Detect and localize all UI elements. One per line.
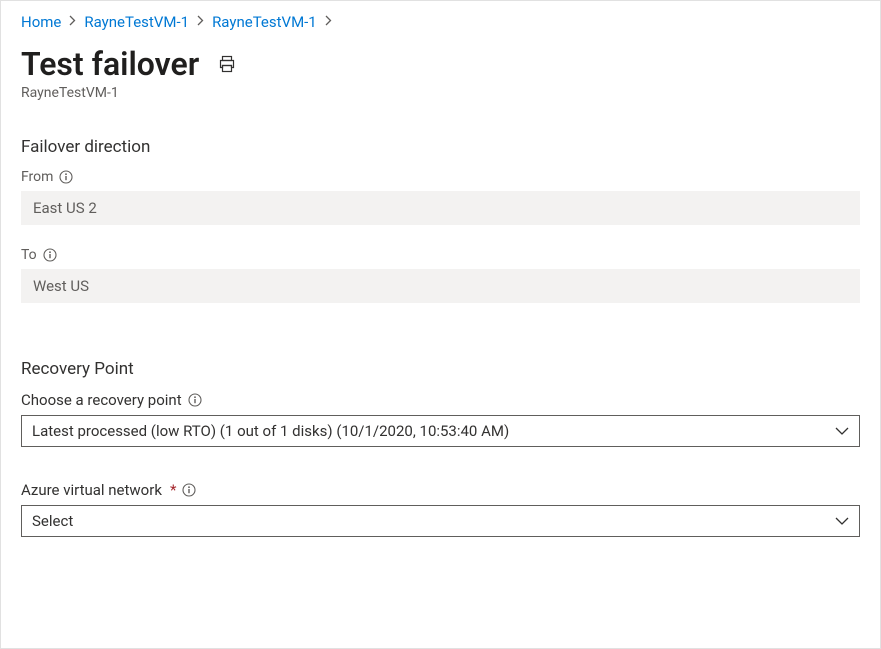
chevron-down-icon [835,427,849,436]
breadcrumb-item-1[interactable]: RayneTestVM-1 [84,13,189,31]
page-title: Test failover [21,45,199,83]
virtual-network-label: Azure virtual network * [21,481,860,499]
virtual-network-selected: Select [32,512,73,530]
recovery-point-selected: Latest processed (low RTO) (1 out of 1 d… [32,422,509,440]
info-icon[interactable] [182,483,196,497]
chevron-down-icon [835,517,849,526]
recovery-point-dropdown[interactable]: Latest processed (low RTO) (1 out of 1 d… [21,415,860,447]
breadcrumb-item-2[interactable]: RayneTestVM-1 [212,13,317,31]
title-row: Test failover [21,45,860,83]
chevron-right-icon [69,14,76,30]
info-icon[interactable] [43,248,57,262]
required-indicator: * [170,481,176,499]
section-recovery-point: Recovery Point [21,359,860,379]
to-label: To [21,247,860,263]
chevron-right-icon [325,14,332,30]
info-icon[interactable] [188,393,202,407]
from-region-value: East US 2 [21,191,860,225]
to-region-value: West US [21,269,860,303]
choose-recovery-point-label: Choose a recovery point [21,391,860,409]
breadcrumb: Home RayneTestVM-1 RayneTestVM-1 [21,13,860,31]
info-icon[interactable] [59,170,73,184]
breadcrumb-home[interactable]: Home [21,13,61,31]
print-icon[interactable] [217,54,237,74]
virtual-network-dropdown[interactable]: Select [21,505,860,537]
from-label: From [21,169,860,185]
section-failover-direction: Failover direction [21,137,860,157]
chevron-right-icon [197,14,204,30]
page-subtitle: RayneTestVM-1 [21,85,860,101]
